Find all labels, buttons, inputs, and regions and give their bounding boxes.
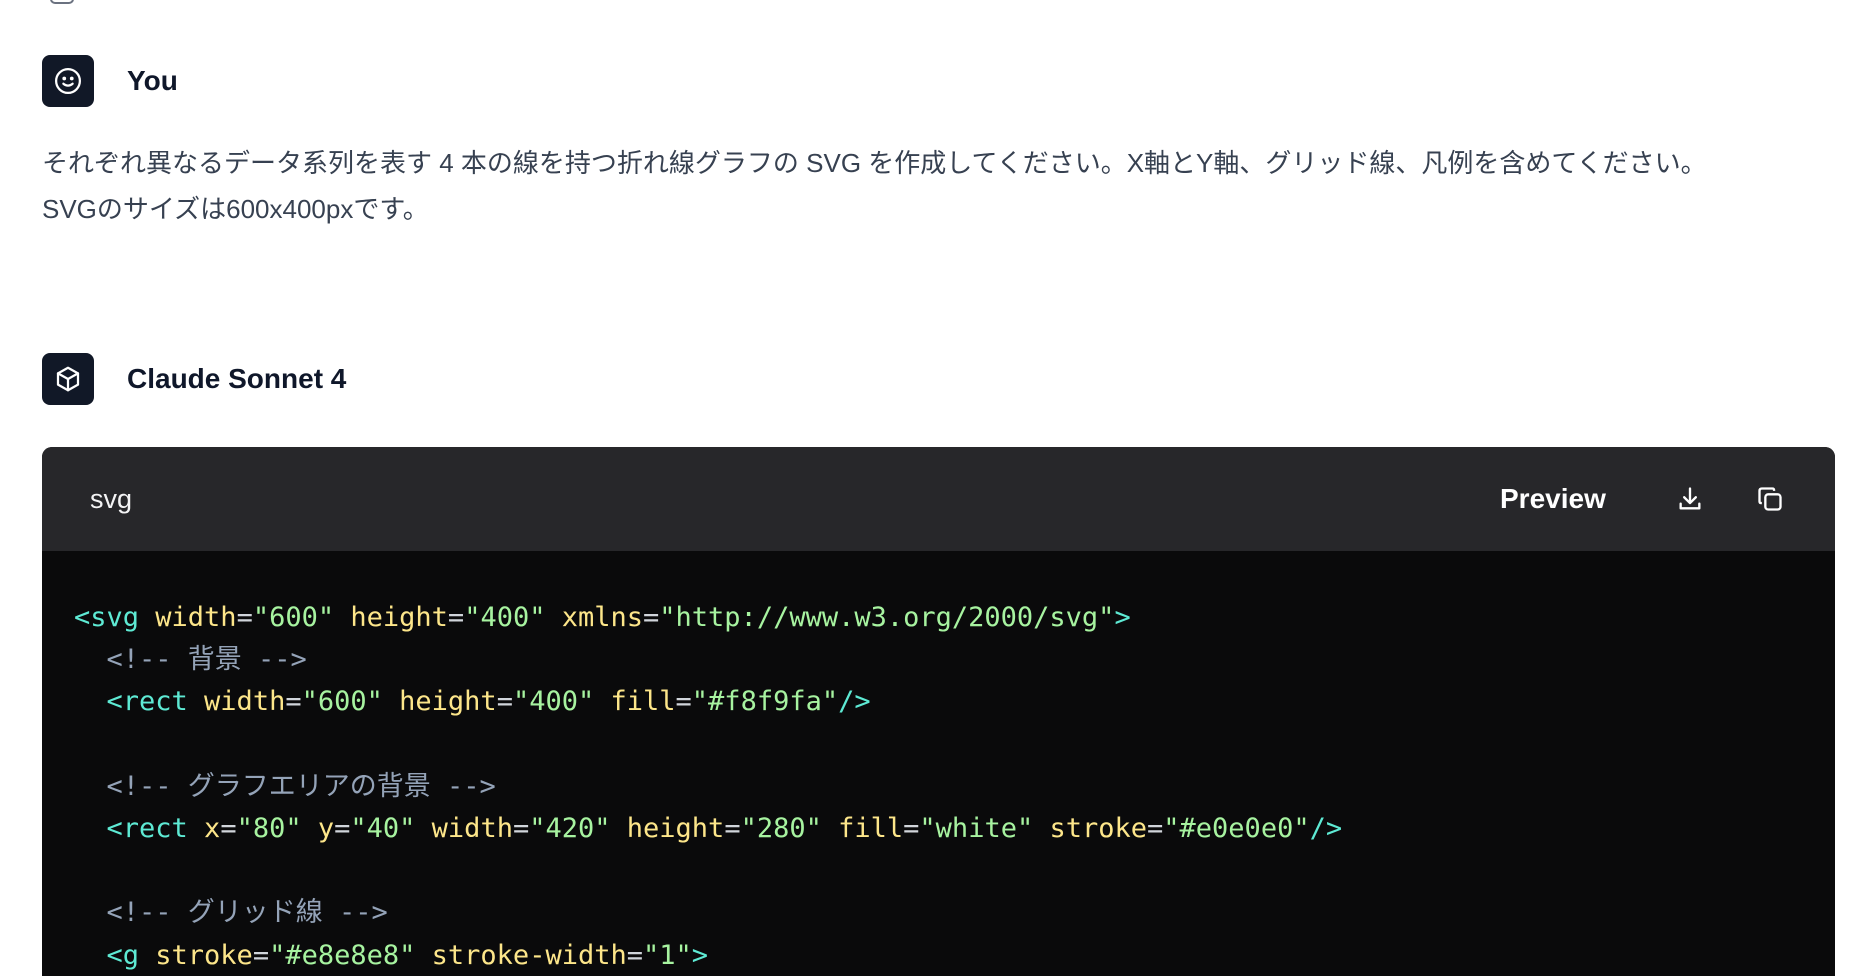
assistant-message-header: Claude Sonnet 4 xyxy=(42,353,346,405)
code-token-eq: = xyxy=(447,602,465,633)
code-token-attr: x xyxy=(204,812,221,844)
code-token-attr: width xyxy=(204,686,286,718)
code-token-val: "600" xyxy=(252,602,351,633)
code-token-val: "400" xyxy=(464,602,562,633)
code-line: <!-- グラフエリアの背景 --> xyxy=(74,766,1342,808)
code-token-val: "white" xyxy=(919,812,1050,844)
code-token-eq: = xyxy=(334,812,351,844)
clipped-icon[interactable] xyxy=(50,0,74,4)
code-token-eq: = xyxy=(496,686,513,718)
code-token-eq: = xyxy=(236,602,253,633)
code-token-attr: width xyxy=(431,812,513,844)
user-name: You xyxy=(127,65,178,96)
code-token-val: "280" xyxy=(740,812,839,844)
code-line: <rect x="80" y="40" width="420" height="… xyxy=(74,808,1343,850)
code-line: <g stroke="#e8e8e8" stroke-width="1"> xyxy=(74,935,1342,976)
code-token-tag: <rect xyxy=(74,686,205,718)
code-block-header: svg Preview xyxy=(42,447,1835,551)
code-token-attr: height xyxy=(626,812,725,844)
code-line: <svg width="600" height="400" xmlns="htt… xyxy=(74,597,1342,639)
code-token-tag: /> xyxy=(838,686,871,718)
code-token-eq: = xyxy=(903,812,920,844)
smiley-icon xyxy=(55,68,81,94)
user-avatar xyxy=(42,55,94,107)
code-token-eq: = xyxy=(643,602,660,633)
code-token-val: "420" xyxy=(529,812,627,844)
code-token-tag: > xyxy=(1114,602,1131,633)
code-token-tag: <g xyxy=(74,939,156,971)
code-token-comment: <!-- 背景 --> xyxy=(74,644,307,676)
code-token-eq: = xyxy=(1147,812,1164,844)
assistant-name: Claude Sonnet 4 xyxy=(127,363,347,394)
chat-page: You それぞれ異なるデータ系列を表す 4 本の線を持つ折れ線グラフの SVG … xyxy=(0,0,1870,976)
user-message-line: それぞれ異なるデータ系列を表す 4 本の線を持つ折れ線グラフの SVG を作成し… xyxy=(42,148,1707,178)
code-token-attr: y xyxy=(317,812,335,844)
code-token-attr: height xyxy=(399,686,497,718)
code-content: <svg width="600" height="400" xmlns="htt… xyxy=(74,597,1342,976)
code-token-val: "40" xyxy=(350,812,432,844)
code-token-eq: = xyxy=(220,812,237,844)
preview-button[interactable]: Preview xyxy=(1500,447,1606,551)
code-line: <!-- グリッド線 --> xyxy=(74,892,1342,934)
code-token-tag: /> xyxy=(1309,812,1343,844)
code-token-eq: = xyxy=(285,686,302,718)
code-token-attr: stroke xyxy=(1049,812,1148,844)
download-icon xyxy=(1679,487,1701,510)
user-message-line: SVGのサイズは600x400pxです。 xyxy=(42,194,429,224)
code-line: <rect width="600" height="400" fill="#f8… xyxy=(74,681,1342,723)
code-token-val: "80" xyxy=(236,812,318,844)
user-message-text: それぞれ異なるデータ系列を表す 4 本の線を持つ折れ線グラフの SVG を作成し… xyxy=(42,140,1842,232)
code-token-tag: > xyxy=(691,939,709,971)
code-token-eq: = xyxy=(724,812,741,844)
code-token-attr: height xyxy=(350,602,448,633)
code-token-eq: = xyxy=(512,812,530,844)
code-language-label: svg xyxy=(90,484,133,514)
code-token-attr: fill xyxy=(838,812,904,844)
user-message-header: You xyxy=(42,55,178,107)
code-token-eq: = xyxy=(252,939,270,971)
assistant-avatar xyxy=(42,353,94,405)
code-token-tag: <svg xyxy=(74,602,156,633)
copy-button[interactable] xyxy=(1752,481,1788,517)
code-token-attr: width xyxy=(155,602,237,633)
code-token-attr: fill xyxy=(610,686,676,718)
code-line: <!-- 背景 --> xyxy=(74,639,1342,681)
code-token-tag: <rect xyxy=(74,812,205,844)
cube-icon xyxy=(56,366,80,392)
code-token-comment: <!-- グラフエリアの背景 --> xyxy=(74,770,496,802)
code-token-attr: stroke xyxy=(155,939,253,971)
code-token-eq: = xyxy=(626,939,643,971)
code-token-attr: stroke-width xyxy=(431,939,627,971)
code-token-val: "400" xyxy=(512,686,611,718)
code-token-val: "600" xyxy=(301,686,400,718)
code-token-val: "1" xyxy=(643,939,692,971)
code-token-eq: = xyxy=(675,686,692,718)
code-block: svg Preview <svg width="600" height="400… xyxy=(42,447,1835,976)
code-token-val: "#e8e8e8" xyxy=(269,939,432,971)
copy-icon xyxy=(1758,487,1782,511)
code-token-val: "#e0e0e0" xyxy=(1163,812,1310,844)
code-token-val: "#f8f9fa" xyxy=(691,686,839,718)
download-button[interactable] xyxy=(1672,481,1708,517)
code-token-val: "http://www.w3.org/2000/svg" xyxy=(659,602,1115,633)
code-token-comment: <!-- グリッド線 --> xyxy=(74,897,388,929)
code-token-attr: xmlns xyxy=(561,602,644,633)
